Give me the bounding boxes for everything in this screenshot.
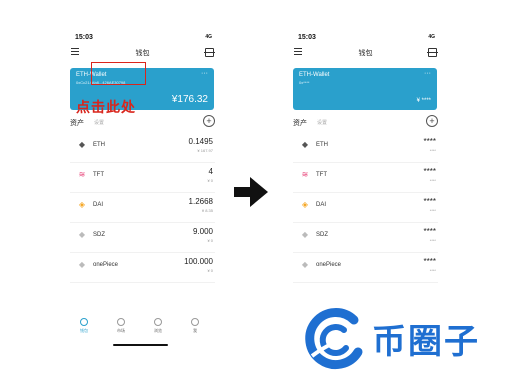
tab-bar: 钱包 市场 浏览 我 [65, 318, 220, 336]
asset-value: **** [429, 178, 436, 183]
asset-value: **** [429, 238, 436, 243]
add-asset-icon[interactable]: + [426, 115, 438, 127]
asset-value: ¥ 8.35 [201, 208, 213, 213]
onepiece-icon: ◆ [301, 260, 309, 269]
wallet-name: ETH-Wallet [299, 72, 330, 78]
status-signal: 4G [205, 34, 212, 40]
nav-bar: 钱包 [65, 46, 220, 62]
sdz-icon: ◆ [78, 230, 86, 239]
asset-value: **** [429, 268, 436, 273]
list-item[interactable]: ≋ TFT **** **** [293, 162, 438, 193]
tab-label: 钱包 [80, 328, 88, 333]
status-signal: 4G [428, 34, 435, 40]
more-icon[interactable]: ··· [201, 70, 208, 77]
status-time: 15:03 [298, 34, 316, 41]
asset-value: ¥ 0 [207, 238, 213, 243]
more-icon[interactable]: ··· [424, 70, 431, 77]
list-item[interactable]: ◆ SDZ **** **** [293, 222, 438, 253]
wallet-card[interactable]: ETH-Wallet 0x**** ··· ¥ **** [293, 68, 437, 110]
asset-amount: **** [423, 257, 436, 266]
asset-amount: 0.1495 [188, 137, 213, 146]
asset-symbol: ETH [93, 142, 105, 148]
arrow-right-icon [234, 177, 268, 207]
tab-market[interactable]: 市场 [102, 318, 140, 334]
tft-icon: ≋ [301, 170, 309, 179]
list-item[interactable]: ◆ SDZ 9.000 ¥ 0 [70, 222, 215, 253]
wallet-balance[interactable]: ¥ **** [417, 98, 431, 104]
asset-symbol: onePiece [93, 262, 119, 268]
add-asset-icon[interactable]: + [203, 115, 215, 127]
assets-sub: 设置 [317, 120, 328, 126]
list-item[interactable]: ◆ onePiece **** **** [293, 252, 438, 283]
asset-value: **** [429, 208, 436, 213]
page-title: 钱包 [358, 50, 373, 57]
tab-label: 我 [193, 328, 197, 333]
eth-icon: ◆ [301, 140, 309, 149]
list-item[interactable]: ≋ TFT 4 ¥ 0 [70, 162, 215, 193]
list-item[interactable]: ◈ DAI **** **** [293, 192, 438, 223]
tab-label: 市场 [117, 328, 125, 333]
assets-label: 资产 [70, 120, 84, 127]
tab-browse[interactable]: 浏览 [139, 318, 177, 334]
asset-amount: **** [423, 227, 436, 236]
highlight-box [91, 62, 146, 85]
asset-symbol: TFT [316, 172, 327, 178]
list-item[interactable]: ◆ onePiece 100.000 ¥ 0 [70, 252, 215, 283]
asset-symbol: SDZ [316, 232, 328, 238]
asset-symbol: ETH [316, 142, 328, 148]
list-item[interactable]: ◈ DAI 1.2668 ¥ 8.35 [70, 192, 215, 223]
asset-amount: 9.000 [192, 227, 213, 236]
asset-value: ¥ 0 [207, 178, 213, 183]
asset-symbol: SDZ [93, 232, 105, 238]
wallet-address: 0x**** [299, 80, 310, 85]
logo-mark-icon [305, 308, 363, 369]
asset-symbol: onePiece [316, 262, 342, 268]
tab-label: 浏览 [154, 328, 162, 333]
wallet-balance[interactable]: ¥176.32 [172, 94, 208, 105]
assets-header: 资产 设置 + [70, 115, 215, 129]
sdz-icon: ◆ [301, 230, 309, 239]
eth-icon: ◆ [78, 140, 86, 149]
dai-icon: ◈ [78, 200, 86, 209]
asset-symbol: DAI [93, 202, 104, 208]
status-bar: 15:03 4G [288, 28, 443, 44]
asset-amount: 1.2668 [188, 197, 213, 206]
asset-symbol: DAI [316, 202, 327, 208]
logo-text: 币圈子 [372, 322, 480, 362]
home-indicator [113, 344, 168, 346]
tab-me[interactable]: 我 [176, 318, 214, 334]
scan-icon[interactable] [204, 48, 215, 57]
asset-amount: **** [423, 167, 436, 176]
browse-tab-icon [154, 318, 162, 326]
brand-logo: 币圈子 [300, 306, 514, 372]
asset-value: ¥ 167.97 [197, 148, 213, 153]
scan-icon[interactable] [427, 48, 438, 57]
page-title: 钱包 [135, 50, 150, 57]
asset-amount: 100.000 [184, 257, 213, 266]
status-bar: 15:03 4G [65, 28, 220, 44]
list-item[interactable]: ◆ ETH 0.1495 ¥ 167.97 [70, 132, 215, 163]
assets-header: 资产 设置 + [293, 115, 438, 129]
tap-here-annotation: 点击此处 [76, 99, 136, 115]
nav-bar: 钱包 [288, 46, 443, 62]
assets-sub: 设置 [94, 120, 105, 126]
asset-value: ¥ 0 [207, 268, 213, 273]
asset-amount: **** [423, 137, 436, 146]
wallet-tab-icon [80, 318, 88, 326]
asset-symbol: TFT [93, 172, 104, 178]
tab-wallet[interactable]: 钱包 [65, 318, 103, 334]
status-time: 15:03 [75, 34, 93, 41]
onepiece-icon: ◆ [78, 260, 86, 269]
asset-amount: **** [423, 197, 436, 206]
asset-amount: 4 [208, 167, 213, 176]
asset-value: **** [429, 148, 436, 153]
tft-icon: ≋ [78, 170, 86, 179]
phone-screen-after: 15:03 4G 钱包 ETH-Wallet 0x**** ··· ¥ ****… [288, 28, 443, 350]
assets-label: 资产 [293, 120, 307, 127]
me-tab-icon [191, 318, 199, 326]
dai-icon: ◈ [301, 200, 309, 209]
market-tab-icon [117, 318, 125, 326]
list-item[interactable]: ◆ ETH **** **** [293, 132, 438, 163]
